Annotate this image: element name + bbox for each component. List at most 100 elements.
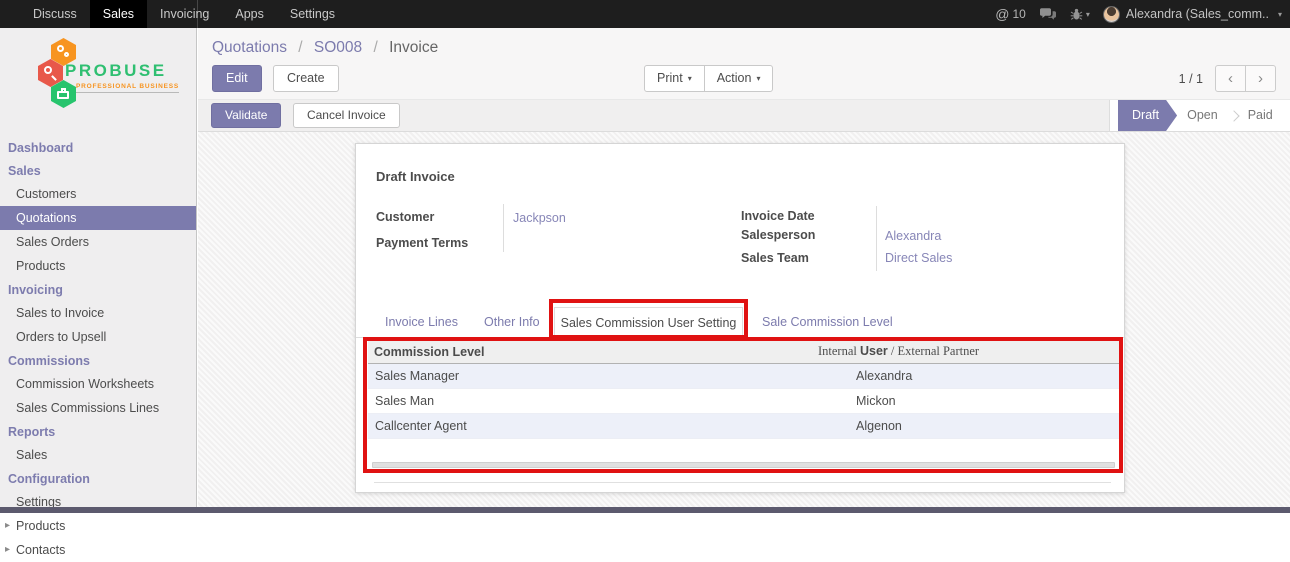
invoice-date-label: Invoice Date [741, 209, 815, 223]
user-menu[interactable]: Alexandra (Sales_comm.. ▾ [1103, 6, 1282, 23]
column-header-commission-level[interactable]: Commission Level [368, 341, 813, 363]
menu-invoicing[interactable]: Invoicing [147, 0, 222, 28]
commission-level-cell[interactable]: Sales Manager [368, 363, 813, 388]
topbar-right: @ 10 ▾ [995, 0, 1290, 28]
sidebar-item-products-config[interactable]: ▸ Products [0, 514, 196, 538]
tab-sales-commission-user-setting[interactable]: Sales Commission User Setting [554, 307, 743, 339]
form-status-header: Validate Cancel Invoice Draft Open Paid [198, 99, 1290, 132]
sidebar-header-sales[interactable]: Sales [0, 159, 196, 182]
sidebar-item-label: Contacts [16, 543, 65, 557]
tab-sale-commission-level[interactable]: Sale Commission Level [762, 315, 893, 329]
tab-other-info[interactable]: Other Info [484, 315, 540, 329]
column-header-internal-user[interactable]: Internal User / External Partner [813, 341, 1119, 363]
sidebar-nav: Dashboard Sales Customers Quotations Sal… [0, 136, 196, 562]
commission-level-cell[interactable]: Callcenter Agent [368, 413, 813, 438]
sidebar-header-invoicing[interactable]: Invoicing [0, 278, 196, 301]
internal-user-cell[interactable]: Algenon [813, 413, 1119, 438]
sidebar-item-contacts[interactable]: ▸ Contacts [0, 538, 196, 562]
print-dropdown-button[interactable]: Print ▾ [644, 65, 705, 92]
sidebar-item-quotations[interactable]: Quotations [0, 206, 196, 230]
mention-count: 10 [1012, 7, 1025, 21]
table-row[interactable]: Sales Manager Alexandra [368, 363, 1119, 388]
invoice-title: Draft Invoice [376, 169, 455, 184]
salesperson-label: Salesperson [741, 228, 815, 242]
salesperson-value[interactable]: Alexandra [885, 229, 941, 243]
sidebar-item-sales-to-invoice[interactable]: Sales to Invoice [0, 301, 196, 325]
action-label: Action [717, 71, 752, 85]
tab-invoice-lines[interactable]: Invoice Lines [385, 315, 458, 329]
table-row[interactable]: Callcenter Agent Algenon [368, 413, 1119, 438]
pager-previous-button[interactable]: ‹ [1215, 65, 1246, 92]
user-avatar [1103, 6, 1120, 23]
menu-sales[interactable]: Sales [90, 0, 147, 28]
payment-terms-label: Payment Terms [376, 236, 468, 250]
probuse-logo: PROBUSE PROFESSIONAL BUSINESS [0, 28, 196, 120]
invoice-form-sheet: Draft Invoice Customer Payment Terms Jac… [355, 143, 1125, 493]
sidebar-item-sales-orders[interactable]: Sales Orders [0, 230, 196, 254]
caret-down-icon: ▾ [688, 74, 692, 83]
internal-user-cell[interactable]: Alexandra [813, 363, 1119, 388]
topbar-divider [197, 0, 198, 28]
pager-next-button[interactable]: › [1245, 65, 1276, 92]
notebook-tabs: Invoice Lines Other Info Sales Commissio… [356, 307, 1124, 338]
sidebar-header-configuration[interactable]: Configuration [0, 467, 196, 490]
commission-level-cell[interactable]: Sales Man [368, 388, 813, 413]
sidebar-header-dashboard[interactable]: Dashboard [0, 136, 196, 159]
breadcrumb: Quotations / SO008 / Invoice [212, 39, 438, 57]
pager-buttons: ‹ › [1215, 65, 1276, 92]
menu-apps[interactable]: Apps [222, 0, 277, 28]
top-menu: Discuss Sales Invoicing Apps Settings [0, 0, 348, 28]
sidebar-item-commission-worksheets[interactable]: Commission Worksheets [0, 372, 196, 396]
menu-discuss[interactable]: Discuss [20, 0, 90, 28]
expand-arrow-icon[interactable]: ▸ [5, 544, 10, 555]
create-button[interactable]: Create [273, 65, 339, 92]
expand-arrow-icon[interactable]: ▸ [5, 520, 10, 531]
sales-team-value[interactable]: Direct Sales [885, 251, 952, 265]
status-open[interactable]: Open [1177, 100, 1228, 131]
sidebar-header-reports[interactable]: Reports [0, 420, 196, 443]
print-label: Print [657, 71, 683, 85]
customer-label: Customer [376, 210, 434, 224]
field-separator [503, 204, 504, 252]
control-buttons-row: Edit Create Print ▾ Action ▾ 1 / 1 ‹ › [212, 65, 1276, 93]
workflow-buttons: Validate Cancel Invoice [211, 103, 400, 128]
table-row[interactable]: Sales Man Mickon [368, 388, 1119, 413]
commission-table: Commission Level Internal User / Externa… [368, 341, 1119, 439]
sales-team-label: Sales Team [741, 251, 809, 265]
mention-counter[interactable]: @ 10 [995, 6, 1026, 22]
horizontal-scrollbar[interactable] [372, 462, 1115, 468]
pager-text: 1 / 1 [1179, 72, 1203, 86]
sidebar-item-products[interactable]: Products [0, 254, 196, 278]
sidebar: PROBUSE PROFESSIONAL BUSINESS Dashboard … [0, 28, 197, 507]
validate-button[interactable]: Validate [211, 103, 281, 128]
breadcrumb-current: Invoice [389, 39, 438, 56]
caret-down-icon: ▾ [756, 74, 760, 83]
top-menubar: Discuss Sales Invoicing Apps Settings @ … [0, 0, 1290, 28]
field-separator [876, 206, 877, 271]
breadcrumb-so008[interactable]: SO008 [314, 39, 362, 56]
sidebar-item-sales-report[interactable]: Sales [0, 443, 196, 467]
status-paid[interactable]: Paid [1238, 100, 1283, 131]
logo-title: PROBUSE [65, 61, 167, 81]
at-icon: @ [995, 6, 1009, 22]
content-area: Quotations / SO008 / Invoice Edit Create… [198, 28, 1290, 507]
sidebar-item-sales-commissions-lines[interactable]: Sales Commissions Lines [0, 396, 196, 420]
cancel-invoice-button[interactable]: Cancel Invoice [293, 103, 400, 128]
menu-settings[interactable]: Settings [277, 0, 348, 28]
sidebar-header-commissions[interactable]: Commissions [0, 349, 196, 372]
action-dropdown-button[interactable]: Action ▾ [704, 65, 774, 92]
breadcrumb-separator: / [373, 39, 377, 56]
sidebar-item-customers[interactable]: Customers [0, 182, 196, 206]
debug-caret-icon: ▾ [1086, 10, 1090, 19]
status-draft[interactable]: Draft [1118, 100, 1177, 131]
app-window: Discuss Sales Invoicing Apps Settings @ … [0, 0, 1290, 513]
internal-user-cell[interactable]: Mickon [813, 388, 1119, 413]
breadcrumb-quotations[interactable]: Quotations [212, 39, 287, 56]
statusbar: Draft Open Paid [1109, 100, 1290, 131]
debug-bug-icon[interactable]: ▾ [1070, 8, 1090, 21]
edit-button[interactable]: Edit [212, 65, 262, 92]
sidebar-item-orders-to-upsell[interactable]: Orders to Upsell [0, 325, 196, 349]
pager: 1 / 1 ‹ › [1179, 65, 1276, 92]
messages-icon[interactable] [1039, 8, 1057, 21]
customer-value[interactable]: Jackpson [513, 211, 566, 225]
